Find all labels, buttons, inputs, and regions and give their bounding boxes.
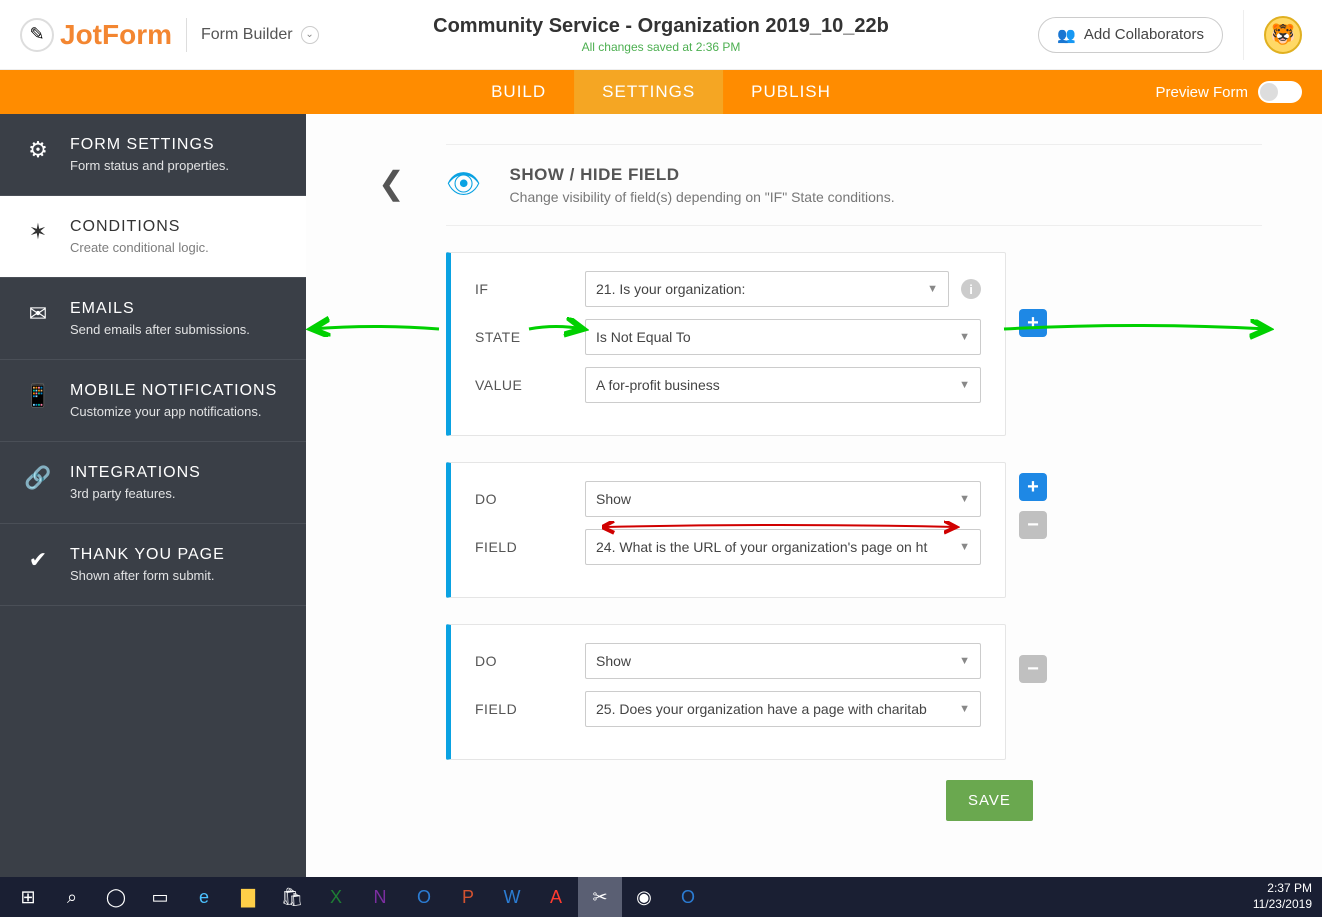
phone-icon: 📱 [24,382,52,410]
onenote-icon[interactable]: N [358,877,402,917]
search-icon[interactable]: ⌕ [50,877,94,917]
clock-date: 11/23/2019 [1253,897,1312,913]
explorer-icon[interactable]: ▇ [226,877,270,917]
preview-form-toggle[interactable]: Preview Form [1155,81,1302,103]
do-action-card: DO Show▼ FIELD 25. Does your organizatio… [446,624,1006,760]
powerpoint-icon[interactable]: P [446,877,490,917]
field-label: FIELD [475,539,585,555]
chevron-down-icon: ▼ [927,283,938,295]
mail-icon: ✉ [24,300,52,328]
outlook2-icon[interactable]: O [666,877,710,917]
excel-icon[interactable]: X [314,877,358,917]
content-area: ❮ 👁 SHOW / HIDE FIELD Change visibility … [306,114,1322,877]
outlook-icon[interactable]: O [402,877,446,917]
system-tray-clock[interactable]: 2:37 PM 11/23/2019 [1253,881,1312,912]
do-action-select[interactable]: Show▼ [585,643,981,679]
chrome-icon[interactable]: ◉ [622,877,666,917]
chevron-down-icon: ▼ [959,541,970,553]
form-builder-label: Form Builder [201,26,293,44]
sidebar-item-integrations[interactable]: 🔗 INTEGRATIONS3rd party features. [0,442,306,524]
clock-time: 2:37 PM [1253,881,1312,897]
people-icon: 👥 [1057,26,1076,44]
value-label: VALUE [475,377,585,393]
field-label: FIELD [475,701,585,717]
preview-label: Preview Form [1155,84,1248,101]
taskview-icon[interactable]: ▭ [138,877,182,917]
annotation-arrow-right [996,314,1276,344]
tab-bar: BUILD SETTINGS PUBLISH Preview Form [0,70,1322,114]
state-select[interactable]: Is Not Equal To▼ [585,319,981,355]
logo[interactable]: ✎ JotForm [20,18,172,52]
tab-build[interactable]: BUILD [463,70,574,114]
if-field-select[interactable]: 21. Is your organization:▼ [585,271,949,307]
save-status: All changes saved at 2:36 PM [433,40,889,54]
sidebar-item-mobile[interactable]: 📱 MOBILE NOTIFICATIONSCustomize your app… [0,360,306,442]
chevron-down-icon: ▼ [959,379,970,391]
add-collaborators-button[interactable]: 👥 Add Collaborators [1038,17,1223,53]
chevron-down-icon: ▼ [959,331,970,343]
do-label: DO [475,491,585,507]
toggle-switch[interactable] [1258,81,1302,103]
logo-text: JotForm [60,19,172,51]
chevron-down-icon: ▼ [959,703,970,715]
tab-settings[interactable]: SETTINGS [574,70,723,114]
sidebar-item-form-settings[interactable]: ⚙ FORM SETTINGSForm status and propertie… [0,114,306,196]
if-label: IF [475,281,585,297]
chevron-down-icon: ▼ [959,493,970,505]
do-field-select[interactable]: 25. Does your organization have a page w… [585,691,981,727]
word-icon[interactable]: W [490,877,534,917]
annotation-arrow-width [596,517,966,537]
edge-icon[interactable]: e [182,877,226,917]
do-label: DO [475,653,585,669]
condition-header: 👁 SHOW / HIDE FIELD Change visibility of… [446,144,1262,226]
do-action-select[interactable]: Show▼ [585,481,981,517]
windows-taskbar: ⊞ ⌕ ◯ ▭ e ▇ 🛍 X N O P W A ✂ ◉ O 2:37 PM … [0,877,1322,917]
top-bar: ✎ JotForm Form Builder ⌄ Community Servi… [0,0,1322,70]
remove-action-button[interactable]: − [1019,655,1047,683]
info-icon[interactable]: i [961,279,981,299]
annotation-arrow-left [304,314,444,344]
link-icon: 🔗 [24,464,52,492]
sidebar-item-emails[interactable]: ✉ EMAILSSend emails after submissions. [0,278,306,360]
acrobat-icon[interactable]: A [534,877,578,917]
value-select[interactable]: A for-profit business▼ [585,367,981,403]
gear-icon: ⚙ [24,136,52,164]
divider [1243,10,1244,60]
back-arrow-icon[interactable]: ❮ [378,164,405,202]
annotation-arrow-state [521,314,591,344]
tab-publish[interactable]: PUBLISH [723,70,859,114]
cortana-icon[interactable]: ◯ [94,877,138,917]
add-action-button[interactable]: + [1019,473,1047,501]
eye-icon: 👁 [446,167,482,200]
condition-title: SHOW / HIDE FIELD [510,165,895,185]
if-condition-card: IF 21. Is your organization:▼ i STATE Is… [446,252,1006,436]
chevron-down-icon: ▼ [959,655,970,667]
sidebar-item-conditions[interactable]: ✶ CONDITIONSCreate conditional logic. [0,196,306,278]
start-button[interactable]: ⊞ [6,877,50,917]
collab-label: Add Collaborators [1084,26,1204,43]
snip-icon[interactable]: ✂ [578,877,622,917]
form-title[interactable]: Community Service - Organization 2019_10… [433,15,889,38]
user-avatar[interactable]: 🐯 [1264,16,1302,54]
divider [186,18,187,52]
check-icon: ✔ [24,546,52,574]
pen-icon: ✎ [20,18,54,52]
builder-dropdown-caret[interactable]: ⌄ [301,26,319,44]
settings-sidebar: ⚙ FORM SETTINGSForm status and propertie… [0,114,306,877]
condition-desc: Change visibility of field(s) depending … [510,189,895,205]
store-icon[interactable]: 🛍 [270,877,314,917]
shuffle-icon: ✶ [24,218,52,246]
form-title-block: Community Service - Organization 2019_10… [433,15,889,54]
sidebar-item-thankyou[interactable]: ✔ THANK YOU PAGEShown after form submit. [0,524,306,606]
save-button[interactable]: SAVE [946,780,1033,821]
remove-action-button[interactable]: − [1019,511,1047,539]
